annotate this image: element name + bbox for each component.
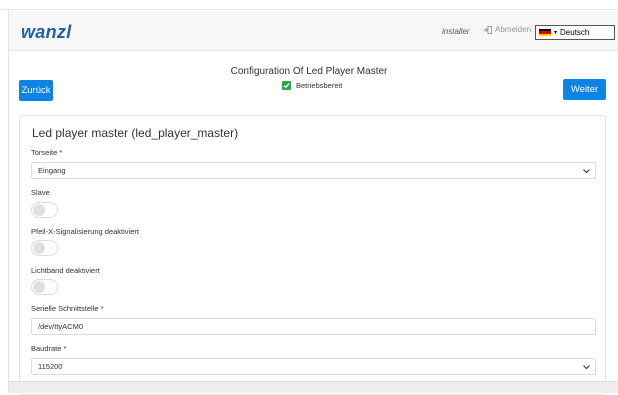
baud-select[interactable]: 115200 (31, 358, 596, 375)
app-window: wanzl installer Abmelden ▾ Deutsch Confi… (0, 0, 618, 395)
top-edge (0, 0, 618, 10)
horizontal-scrollbar[interactable] (9, 381, 618, 393)
chevron-down-icon (583, 169, 590, 174)
language-select[interactable]: ▾ Deutsch (535, 25, 615, 40)
pfeil-label: Pfeil-X-Signalisierung deaktiviert (31, 227, 139, 236)
logout-icon (483, 25, 492, 34)
back-button[interactable]: Zurück (19, 80, 53, 101)
serial-input[interactable]: /dev/ttyACM0 (31, 318, 596, 335)
status-indicator: Betriebsbereit (282, 81, 342, 90)
logout-link[interactable]: Abmelden (483, 25, 531, 34)
current-user: installer (442, 27, 470, 36)
page-title: Configuration Of Led Player Master (230, 66, 388, 77)
pfeil-toggle[interactable] (31, 240, 58, 256)
chevron-down-icon: ▾ (554, 30, 558, 36)
logout-label: Abmelden (495, 25, 532, 34)
config-card: Led player master (led_player_master) To… (19, 115, 606, 395)
baud-value: 115200 (38, 362, 63, 371)
toggle-knob (33, 242, 45, 254)
toggle-knob (33, 281, 45, 293)
torseite-select[interactable]: Eingang (31, 162, 596, 179)
slave-label: Slave (31, 188, 50, 197)
slave-toggle[interactable] (31, 202, 58, 218)
check-icon (282, 81, 291, 90)
navbar: wanzl installer Abmelden ▾ Deutsch (9, 11, 618, 51)
status-label: Betriebsbereit (296, 81, 343, 90)
lichtband-toggle[interactable] (31, 279, 58, 295)
wanzl-logo[interactable]: wanzl (21, 22, 72, 43)
language-label: Deutsch (560, 28, 590, 37)
lichtband-label: Lichtband deaktiviert (31, 266, 100, 275)
serial-label: Serielle Schnittstelle * (31, 304, 104, 313)
next-button[interactable]: Weiter (563, 79, 606, 100)
card-title: Led player master (led_player_master) (32, 126, 239, 140)
baud-label: Baudrate * (31, 344, 67, 353)
german-flag-icon (539, 28, 551, 37)
serial-value: /dev/ttyACM0 (38, 322, 84, 331)
torseite-label: Torseite * (31, 148, 63, 157)
torseite-value: Eingang (38, 166, 66, 175)
toggle-knob (33, 204, 45, 216)
chevron-down-icon (583, 365, 590, 370)
